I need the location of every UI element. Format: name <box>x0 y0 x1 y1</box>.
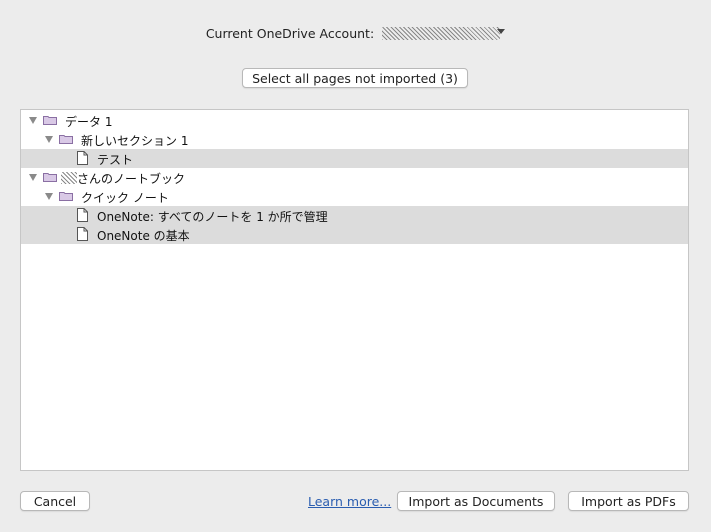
tree-row-notebook[interactable]: さんのノートブック <box>21 168 688 187</box>
tree-row-section[interactable]: 新しいセクション 1 <box>21 130 688 149</box>
import-as-pdfs-button[interactable]: Import as PDFs <box>568 491 689 511</box>
account-row: Current OneDrive Account: <box>0 24 711 42</box>
account-dropdown[interactable] <box>382 26 501 40</box>
page-icon <box>77 208 88 222</box>
tree-label: テスト <box>97 153 134 167</box>
tree-label: クイック ノート <box>81 191 169 205</box>
disclosure-triangle-icon[interactable] <box>29 174 37 181</box>
tree-row-section[interactable]: クイック ノート <box>21 187 688 206</box>
disclosure-triangle-icon[interactable] <box>45 136 53 143</box>
learn-more-link[interactable]: Learn more... <box>308 494 391 509</box>
folder-icon <box>59 135 73 144</box>
tree-row-notebook[interactable]: データ 1 <box>21 111 688 130</box>
tree-label-text: さんのノートブック <box>77 172 186 186</box>
disclosure-triangle-icon[interactable] <box>45 193 53 200</box>
tree-row-page[interactable]: テスト <box>21 149 688 168</box>
tree-label: さんのノートブック <box>61 170 185 187</box>
page-icon <box>77 227 88 241</box>
account-label: Current OneDrive Account: <box>205 25 375 41</box>
tree-row-page[interactable]: OneNote: すべてのノートを 1 か所で管理 <box>21 206 688 225</box>
tree-label: データ 1 <box>65 115 113 129</box>
select-all-pages-button[interactable]: Select all pages not imported (3) <box>242 68 468 88</box>
notebook-tree: データ 1 新しいセクション 1 テスト さんのノートブック クイック ノート <box>20 109 689 471</box>
redacted-name <box>61 172 77 184</box>
folder-icon <box>59 192 73 201</box>
chevron-down-icon[interactable] <box>497 28 506 34</box>
tree-row-page[interactable]: OneNote の基本 <box>21 225 688 244</box>
cancel-button[interactable]: Cancel <box>20 491 90 511</box>
folder-icon <box>43 173 57 182</box>
tree-label: 新しいセクション 1 <box>81 134 189 148</box>
import-as-documents-button[interactable]: Import as Documents <box>397 491 555 511</box>
disclosure-triangle-icon[interactable] <box>29 117 37 124</box>
tree-label: OneNote: すべてのノートを 1 か所で管理 <box>97 210 328 224</box>
folder-icon <box>43 116 57 125</box>
page-icon <box>77 151 88 165</box>
tree-label: OneNote の基本 <box>97 229 190 243</box>
